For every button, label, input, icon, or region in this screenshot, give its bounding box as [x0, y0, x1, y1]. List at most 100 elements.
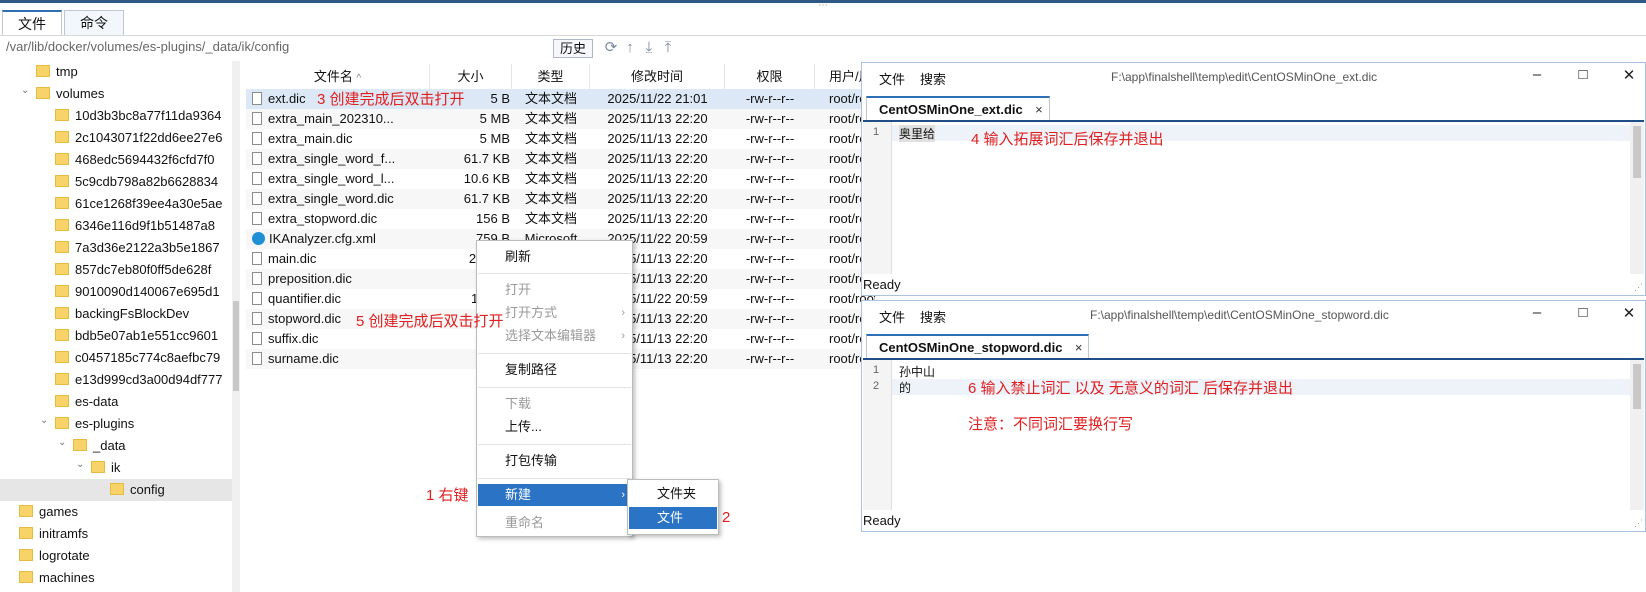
document-icon: [252, 312, 262, 325]
tree-item[interactable]: 857dc7eb80f0ff5de628f: [55, 259, 211, 281]
tree-item-data[interactable]: _data: [73, 435, 126, 457]
editor-menu-file[interactable]: 文件: [879, 69, 905, 88]
cell-name: extra_single_word_f...: [252, 149, 428, 169]
tree-item[interactable]: e13d999cd3a00d94df777: [55, 369, 222, 391]
document-icon: [252, 112, 262, 125]
menu-item-new[interactable]: 新建 ›: [478, 484, 631, 506]
table-row[interactable]: extra_single_word.dic 61.7 KB 文本文档 2025/11/…: [246, 189, 875, 209]
editor-tab[interactable]: CentOSMinOne_ext.dic ×: [866, 96, 1050, 120]
menu-item-label: 新建: [505, 487, 532, 502]
drag-handle-icon[interactable]: ⋯: [818, 0, 828, 11]
tree-scrollbar[interactable]: [232, 61, 240, 592]
menu-item-upload[interactable]: 上传...: [478, 416, 631, 438]
tree-item-tmp[interactable]: tmp: [36, 61, 78, 83]
tree-item[interactable]: 468edc5694432f6cfd7f0: [55, 149, 215, 171]
tree-item[interactable]: backingFsBlockDev: [55, 303, 189, 325]
tree-scroll-thumb[interactable]: [233, 301, 239, 391]
menu-item-refresh[interactable]: 刷新: [478, 246, 631, 268]
minimize-icon[interactable]: –: [1527, 66, 1547, 83]
editor-scrollbar[interactable]: [1630, 360, 1644, 510]
upload-icon[interactable]: ↑: [622, 40, 638, 56]
cell-name: surname.dic: [252, 349, 428, 369]
tree-item[interactable]: 9010090d140067e695d1: [55, 281, 220, 303]
tree-item-initramfs[interactable]: initramfs: [19, 523, 88, 545]
tree-item[interactable]: bdb5e07ab1e551cc9601: [55, 325, 218, 347]
scroll-thumb[interactable]: [1633, 126, 1641, 178]
editor-scrollbar[interactable]: [1630, 122, 1644, 274]
maximize-icon[interactable]: □: [1573, 304, 1593, 321]
tree-item[interactable]: 61ce1268f39ee4a30e5ae: [55, 193, 222, 215]
refresh-icon[interactable]: ⟳: [603, 40, 619, 56]
resize-grip-icon[interactable]: ⋰: [1634, 518, 1643, 529]
scroll-thumb[interactable]: [1633, 364, 1641, 409]
menu-item-download[interactable]: 下载: [478, 393, 631, 415]
close-icon[interactable]: ✕: [1619, 304, 1639, 322]
cell-time: 2025/11/13 22:20: [590, 189, 725, 209]
tree-item[interactable]: 5c9cdb798a82b6628834: [55, 171, 218, 193]
path-input[interactable]: /var/lib/docker/volumes/es-plugins/_data…: [6, 39, 289, 54]
column-header-size[interactable]: 大小: [430, 64, 512, 90]
close-icon[interactable]: ×: [1075, 336, 1083, 359]
tab-commands[interactable]: 命令: [64, 10, 124, 35]
menu-item-open[interactable]: 打开: [478, 279, 631, 301]
menu-item-pack-transfer[interactable]: 打包传输: [478, 450, 631, 472]
tree-item-es-data[interactable]: es-data: [55, 391, 118, 413]
table-row[interactable]: extra_main_202310... 5 MB 文本文档 2025/11/13 2…: [246, 109, 875, 129]
annotation-step-4: 4 输入拓展词汇后保存并退出: [971, 131, 1164, 148]
table-row[interactable]: extra_single_word_l... 10.6 KB 文本文档 2025/11…: [246, 169, 875, 189]
table-row[interactable]: extra_main.dic 5 MB 文本文档 2025/11/13 22:20 -r…: [246, 129, 875, 149]
submenu-item-file[interactable]: 文件: [629, 507, 717, 529]
cell-perm: -rw-r--r--: [725, 229, 815, 249]
download-icon[interactable]: ⤓: [641, 40, 657, 56]
table-row[interactable]: extra_single_word_f... 61.7 KB 文本文档 2025/11…: [246, 149, 875, 169]
tree-item-ik[interactable]: ik: [91, 457, 120, 479]
tree-item-volumes[interactable]: volumes: [36, 83, 104, 105]
chevron-down-icon[interactable]: ⌄: [58, 437, 70, 448]
tab-files[interactable]: 文件: [2, 10, 62, 35]
tree-item-label: backingFsBlockDev: [75, 306, 190, 321]
menu-item-copy-path[interactable]: 复制路径: [478, 359, 631, 381]
chevron-down-icon[interactable]: ⌄: [21, 85, 33, 96]
tree-item-label: machines: [39, 570, 95, 585]
editor-menu-file[interactable]: 文件: [879, 307, 905, 326]
tree-item-config[interactable]: config: [0, 479, 232, 501]
document-icon: [252, 352, 262, 365]
close-icon[interactable]: ×: [1035, 98, 1043, 121]
editor-titlebar: 文件 搜索 F:\app\finalshell\temp\edit\CentOS…: [862, 301, 1645, 331]
code-line[interactable]: 的: [899, 379, 911, 396]
tree-item-machines[interactable]: machines: [19, 567, 95, 589]
tree-item[interactable]: 6346e116d9f1b51487a8: [55, 215, 215, 237]
cell-text: stopword.dic: [268, 311, 341, 326]
history-button[interactable]: 历史: [553, 39, 593, 58]
column-header-permission[interactable]: 权限: [725, 64, 815, 90]
tree-item[interactable]: c0457185c774c8aefbc79: [55, 347, 220, 369]
tree-item[interactable]: 2c1043071f22dd6ee27e6: [55, 127, 222, 149]
tree-item-es-plugins[interactable]: es-plugins: [55, 413, 134, 435]
menu-separator: [478, 273, 631, 274]
editor-menu-search[interactable]: 搜索: [920, 69, 946, 88]
code-line[interactable]: 奥里给: [899, 125, 936, 142]
minimize-icon[interactable]: –: [1527, 304, 1547, 321]
chevron-down-icon[interactable]: ⌄: [76, 459, 88, 470]
code-line[interactable]: 孙中山: [899, 363, 935, 380]
menu-item-rename[interactable]: 重命名: [478, 512, 631, 534]
resize-grip-icon[interactable]: ⋰: [1634, 282, 1643, 293]
table-row[interactable]: extra_stopword.dic 156 B 文本文档 2025/11/13 22…: [246, 209, 875, 229]
column-header-name[interactable]: 文件名 ^: [246, 64, 430, 90]
close-icon[interactable]: ✕: [1619, 66, 1639, 84]
cell-text: extra_single_word_f...: [268, 151, 396, 166]
maximize-icon[interactable]: □: [1573, 66, 1593, 83]
column-header-type[interactable]: 类型: [512, 64, 590, 90]
tree-item-games[interactable]: games: [19, 501, 78, 523]
cell-perm: -rw-r--r--: [725, 249, 815, 269]
chevron-down-icon[interactable]: ⌄: [40, 415, 52, 426]
editor-menu-search[interactable]: 搜索: [920, 307, 946, 326]
editor-tab[interactable]: CentOSMinOne_stopword.dic ×: [866, 334, 1090, 359]
tree-item[interactable]: 10d3b3bc8a77f11da9364: [55, 105, 222, 127]
submenu-item-folder[interactable]: 文件夹: [629, 483, 717, 505]
upload-tray-icon[interactable]: ⤒: [660, 40, 676, 56]
document-icon: [252, 212, 262, 225]
column-header-modified[interactable]: 修改时间: [590, 64, 725, 90]
tree-item[interactable]: 7a3d36e2122a3b5e1867: [55, 237, 220, 259]
tree-item-logrotate[interactable]: logrotate: [19, 545, 90, 567]
